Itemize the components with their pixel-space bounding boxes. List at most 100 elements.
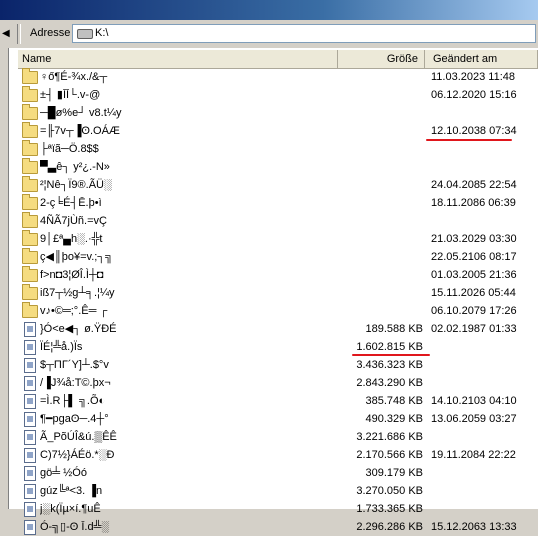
file-row[interactable]: C)7½}ÁÉö.*░Ð 2.170.566 KB 19.11.2084 22:22 [18, 446, 538, 464]
column-header-name[interactable]: Name [18, 50, 338, 68]
folder-row[interactable]: =╟7v┬▐ʘ.OÁÆ 12.10.2038 07:34 [18, 122, 538, 140]
folder-row[interactable]: 2-ç╘É┤Ē.þ•ì 18.11.2086 06:39 [18, 194, 538, 212]
folder-icon [22, 122, 38, 138]
file-size: 2.170.566 KB [356, 449, 423, 461]
file-name: ─█ø%e┘ v8.t¼y [40, 107, 122, 119]
file-icon [24, 394, 36, 409]
file-name: gö╧ ½Óó [40, 467, 87, 479]
folder-row[interactable]: ─█ø%e┘ v8.t¼y [18, 104, 538, 122]
address-label: Adresse [30, 27, 71, 39]
folder-row[interactable]: f>n◘3¦ØÎ.Ì┼◘ 01.03.2005 21:36 [18, 266, 538, 284]
folder-row[interactable]: ├ªïã─Ö.8$$ [18, 140, 538, 158]
folder-icon [22, 104, 38, 120]
file-icon [24, 484, 36, 499]
file-date: 21.03.2029 03:30 [431, 233, 517, 245]
file-date: 14.10.2103 04:10 [431, 395, 517, 407]
file-name: gúz╚ª<3. ▐n [40, 485, 103, 497]
folder-row[interactable]: ²¦Nê┐Ï9®.ÃÜ░ 24.04.2085 22:54 [18, 176, 538, 194]
file-icon [24, 376, 36, 391]
left-panel-edge [0, 48, 9, 509]
folder-row[interactable]: v♪•©═;°.Ê═ ┌ 06.10.2079 17:26 [18, 302, 538, 320]
column-header-row: Name Größe Geändert am [18, 50, 538, 69]
file-name: ¶━pgaʘ─.4┼° [40, 413, 109, 425]
file-date: 12.10.2038 07:34 [431, 125, 517, 137]
folder-icon [22, 140, 38, 156]
file-name: =Ì.R├▌ ╗.Õ◐ [40, 395, 106, 407]
file-name: C)7½}ÁÉö.*░Ð [40, 449, 115, 461]
file-name: 2-ç╘É┤Ē.þ•ì [40, 197, 102, 209]
file-date: 22.05.2106 08:17 [431, 251, 517, 263]
file-date: 01.03.2005 21:36 [431, 269, 517, 281]
file-icon [24, 322, 36, 337]
file-row[interactable]: $┬ΠΓ´Y]┴.$°v 3.436.323 KB [18, 356, 538, 374]
folder-row[interactable]: 4ÑÃ7jÙñ.=vÇ [18, 212, 538, 230]
file-size: 2.296.286 KB [356, 521, 423, 533]
file-size: 3.221.686 KB [356, 431, 423, 443]
file-name: ├ªïã─Ö.8$$ [40, 143, 99, 155]
file-name: Ó-╗▯-ʘ Ī.d╩░ [40, 521, 110, 533]
file-name: ±┤ ▮ĪĪ└.v-@ [40, 89, 101, 101]
file-size: 3.436.323 KB [356, 359, 423, 371]
file-date: 24.04.2085 22:54 [431, 179, 517, 191]
annotation-underline-size [352, 354, 430, 356]
folder-icon [22, 230, 38, 246]
file-icon [24, 340, 36, 355]
column-header-size[interactable]: Größe [338, 50, 425, 68]
folder-row[interactable]: ç◀║þo¥=v.;┐╗ 22.05.2106 08:17 [18, 248, 538, 266]
folder-icon [22, 86, 38, 102]
file-date: 11.03.2023 11:48 [431, 71, 516, 83]
file-row[interactable]: Ã_PõÚÎ&ú.▒ÊÊ 3.221.686 KB [18, 428, 538, 446]
file-name: ²¦Nê┐Ï9®.ÃÜ░ [40, 179, 112, 191]
file-icon [24, 430, 36, 445]
file-name: ÏÉ¦╩å.)Ïs [40, 341, 83, 353]
file-row[interactable]: gúz╚ª<3. ▐n 3.270.050 KB [18, 482, 538, 500]
folder-icon [22, 194, 38, 210]
address-input[interactable]: K:\ [72, 24, 536, 43]
file-row[interactable]: Ó-╗▯-ʘ Ī.d╩░ 2.296.286 KB 15.12.2063 13:33 [18, 518, 538, 536]
folder-icon [22, 158, 38, 174]
file-list-pane: Name Größe Geändert am ♀ő¶É-¾x./&┬ 11.03.… [0, 48, 538, 535]
file-size: 385.748 KB [365, 395, 424, 407]
file-size: 490.329 KB [365, 413, 424, 425]
folder-row[interactable]: iß7┬½g┴╕.¦¼y 15.11.2026 05:44 [18, 284, 538, 302]
file-date: 06.10.2079 17:26 [431, 305, 517, 317]
folder-row[interactable]: ♀ő¶É-¾x./&┬ 11.03.2023 11:48 [18, 68, 538, 86]
toolbar-overflow-icon[interactable]: ◀ [2, 28, 10, 39]
file-date: 06.12.2020 15:16 [431, 89, 517, 101]
folder-icon [22, 176, 38, 192]
annotation-underline-date [426, 139, 512, 141]
file-row[interactable]: =Ì.R├▌ ╗.Õ◐ 385.748 KB 14.10.2103 04:10 [18, 392, 538, 410]
column-header-date[interactable]: Geändert am [425, 50, 538, 68]
file-icon [24, 466, 36, 481]
folder-row[interactable]: 9│£ª▄h░.·╬t 21.03.2029 03:30 [18, 230, 538, 248]
file-date: 13.06.2059 03:27 [431, 413, 517, 425]
folder-icon [22, 302, 38, 318]
title-bar [0, 0, 538, 20]
file-name: f>n◘3¦ØÎ.Ì┼◘ [40, 269, 104, 281]
folder-icon [22, 212, 38, 228]
file-name: =╟7v┬▐ʘ.OÁÆ [40, 125, 120, 137]
address-value[interactable]: K:\ [95, 27, 108, 39]
file-name: ç◀║þo¥=v.;┐╗ [40, 251, 113, 263]
file-row[interactable]: ¶━pgaʘ─.4┼° 490.329 KB 13.06.2059 03:27 [18, 410, 538, 428]
toolbar-separator [17, 24, 21, 44]
file-row[interactable]: /▐J¾å:T©.þx¬ 2.843.290 KB [18, 374, 538, 392]
file-row[interactable]: }Ó<e◀┐ ø.ŸÐÉ 189.588 KB 02.02.1987 01:33 [18, 320, 538, 338]
file-name: }Ó<e◀┐ ø.ŸÐÉ [40, 323, 117, 335]
file-name: 4ÑÃ7jÙñ.=vÇ [40, 215, 107, 227]
address-bar: ◀ Adresse K:\ [0, 20, 538, 49]
file-row[interactable]: j░k(Ïµ×í.¶uÊ 1.733.365 KB [18, 500, 538, 518]
file-name: /▐J¾å:T©.þx¬ [40, 377, 111, 389]
folder-row[interactable]: ±┤ ▮ĪĪ└.v-@ 06.12.2020 15:16 [18, 86, 538, 104]
file-size: 2.843.290 KB [356, 377, 423, 389]
file-date: 19.11.2084 22:22 [431, 449, 516, 461]
file-date: 15.12.2063 13:33 [431, 521, 517, 533]
folder-row[interactable]: ▀▃ê┐ y²¿.-N» [18, 158, 538, 176]
file-date: 18.11.2086 06:39 [431, 197, 516, 209]
file-size: 309.179 KB [365, 467, 424, 479]
file-icon [24, 412, 36, 427]
drive-icon [77, 29, 93, 39]
file-name: ▀▃ê┐ y²¿.-N» [40, 161, 110, 173]
file-row[interactable]: gö╧ ½Óó 309.179 KB [18, 464, 538, 482]
file-row[interactable]: ÏÉ¦╩å.)Ïs 1.602.815 KB [18, 338, 538, 356]
